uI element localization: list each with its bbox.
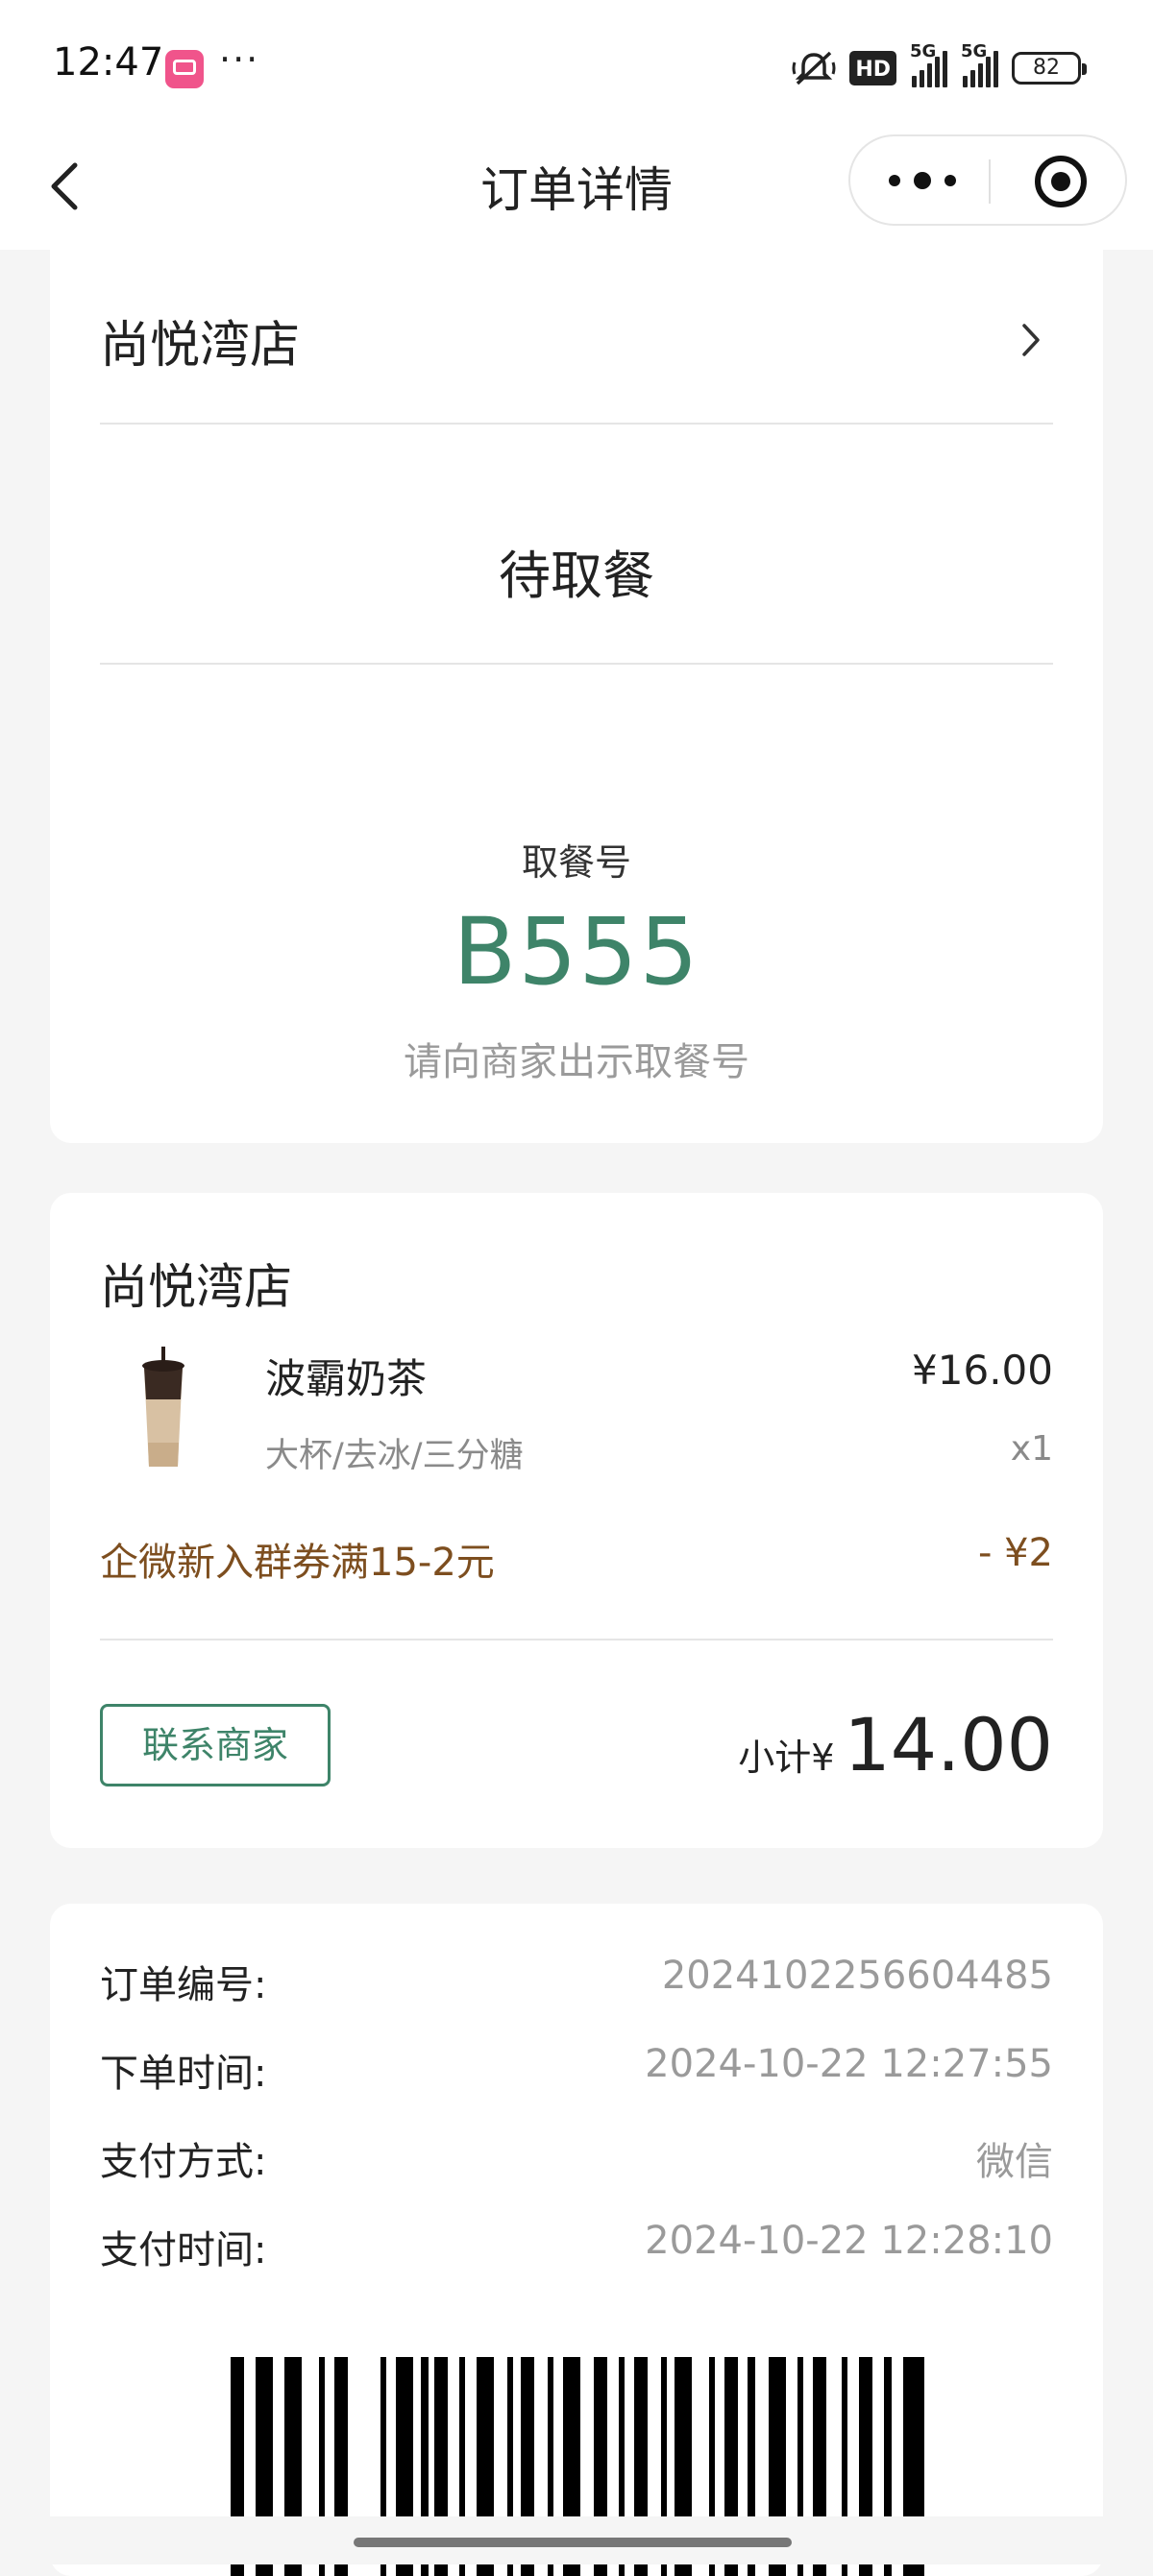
subtotal: 小计¥ 14.00 (738, 1702, 1053, 1787)
target-icon[interactable] (1035, 156, 1087, 207)
subtotal-value: 14.00 (844, 1702, 1053, 1787)
info-label: 支付方式: (100, 2140, 267, 2184)
more-dots-icon[interactable] (889, 159, 956, 202)
miniprogram-capsule (848, 134, 1127, 226)
info-row-order-number: 订单编号: 2024102256604485 (100, 1954, 1053, 2011)
info-label: 支付时间: (100, 2228, 267, 2272)
status-indicators: HD 5G 5G 82 (792, 41, 1087, 90)
info-label: 订单编号: (100, 1963, 267, 2007)
divider (100, 1639, 1053, 1640)
order-status-card: 尚悦湾店 待取餐 取餐号 B555 请向商家出示取餐号 (50, 245, 1103, 1143)
info-value: 微信 (976, 2140, 1053, 2184)
coupon-name: 企微新入群券满15-2元 (100, 1541, 495, 1585)
pickup-number: B555 (453, 898, 700, 1006)
hd-badge: HD (849, 51, 896, 85)
product-image (135, 1347, 192, 1471)
coupon-amount: - ¥2 (977, 1531, 1053, 1575)
info-value: 2024-10-22 12:27:55 (645, 2042, 1053, 2086)
item-name: 波霸奶茶 (265, 1355, 428, 1402)
home-indicator-area (0, 2516, 1153, 2564)
contact-merchant-button[interactable]: 联系商家 (100, 1704, 331, 1786)
signal-icon-2: 5G (961, 41, 998, 87)
status-bar: 12:47 ··· HD 5G 5G 82 (0, 0, 1153, 134)
pickup-label: 取餐号 (521, 841, 631, 884)
status-time: 12:47 (53, 40, 164, 85)
info-label: 下单时间: (100, 2052, 267, 2096)
info-value: 2024102256604485 (661, 1954, 1053, 1998)
home-indicator[interactable] (354, 2538, 792, 2547)
info-value: 2024-10-22 12:28:10 (645, 2219, 1053, 2263)
store-name: 尚悦湾店 (100, 317, 301, 375)
mute-icon (792, 49, 836, 87)
divider (100, 663, 1053, 665)
order-info-card: 订单编号: 2024102256604485 下单时间: 2024-10-22 … (50, 1904, 1103, 2576)
order-status: 待取餐 (499, 546, 654, 606)
status-more-dots: ··· (219, 38, 260, 81)
subtotal-label: 小计¥ (738, 1737, 835, 1779)
nav-bar: 订单详情 (0, 134, 1153, 250)
store-link[interactable]: 尚悦湾店 (100, 245, 1053, 423)
capsule-divider (989, 159, 991, 204)
item-spec: 大杯/去冰/三分糖 (265, 1437, 524, 1475)
order-items-card: 尚悦湾店 波霸奶茶 大杯/去冰/三分糖 ¥16.00 x1 企微新入群券满15-… (50, 1193, 1103, 1848)
info-row-payment-method: 支付方式: 微信 (100, 2130, 1053, 2188)
info-row-order-time: 下单时间: 2024-10-22 12:27:55 (100, 2042, 1053, 2100)
item-price: ¥16.00 (912, 1347, 1053, 1394)
chevron-right-icon (1020, 322, 1042, 358)
item-quantity: x1 (1010, 1429, 1053, 1469)
info-row-payment-time: 支付时间: 2024-10-22 12:28:10 (100, 2219, 1053, 2276)
signal-icon: 5G (910, 41, 947, 87)
store-name: 尚悦湾店 (100, 1259, 292, 1315)
divider (100, 423, 1053, 425)
pickup-hint: 请向商家出示取餐号 (404, 1040, 749, 1084)
app-notification-icon (165, 50, 204, 88)
battery-icon: 82 (1012, 52, 1087, 85)
